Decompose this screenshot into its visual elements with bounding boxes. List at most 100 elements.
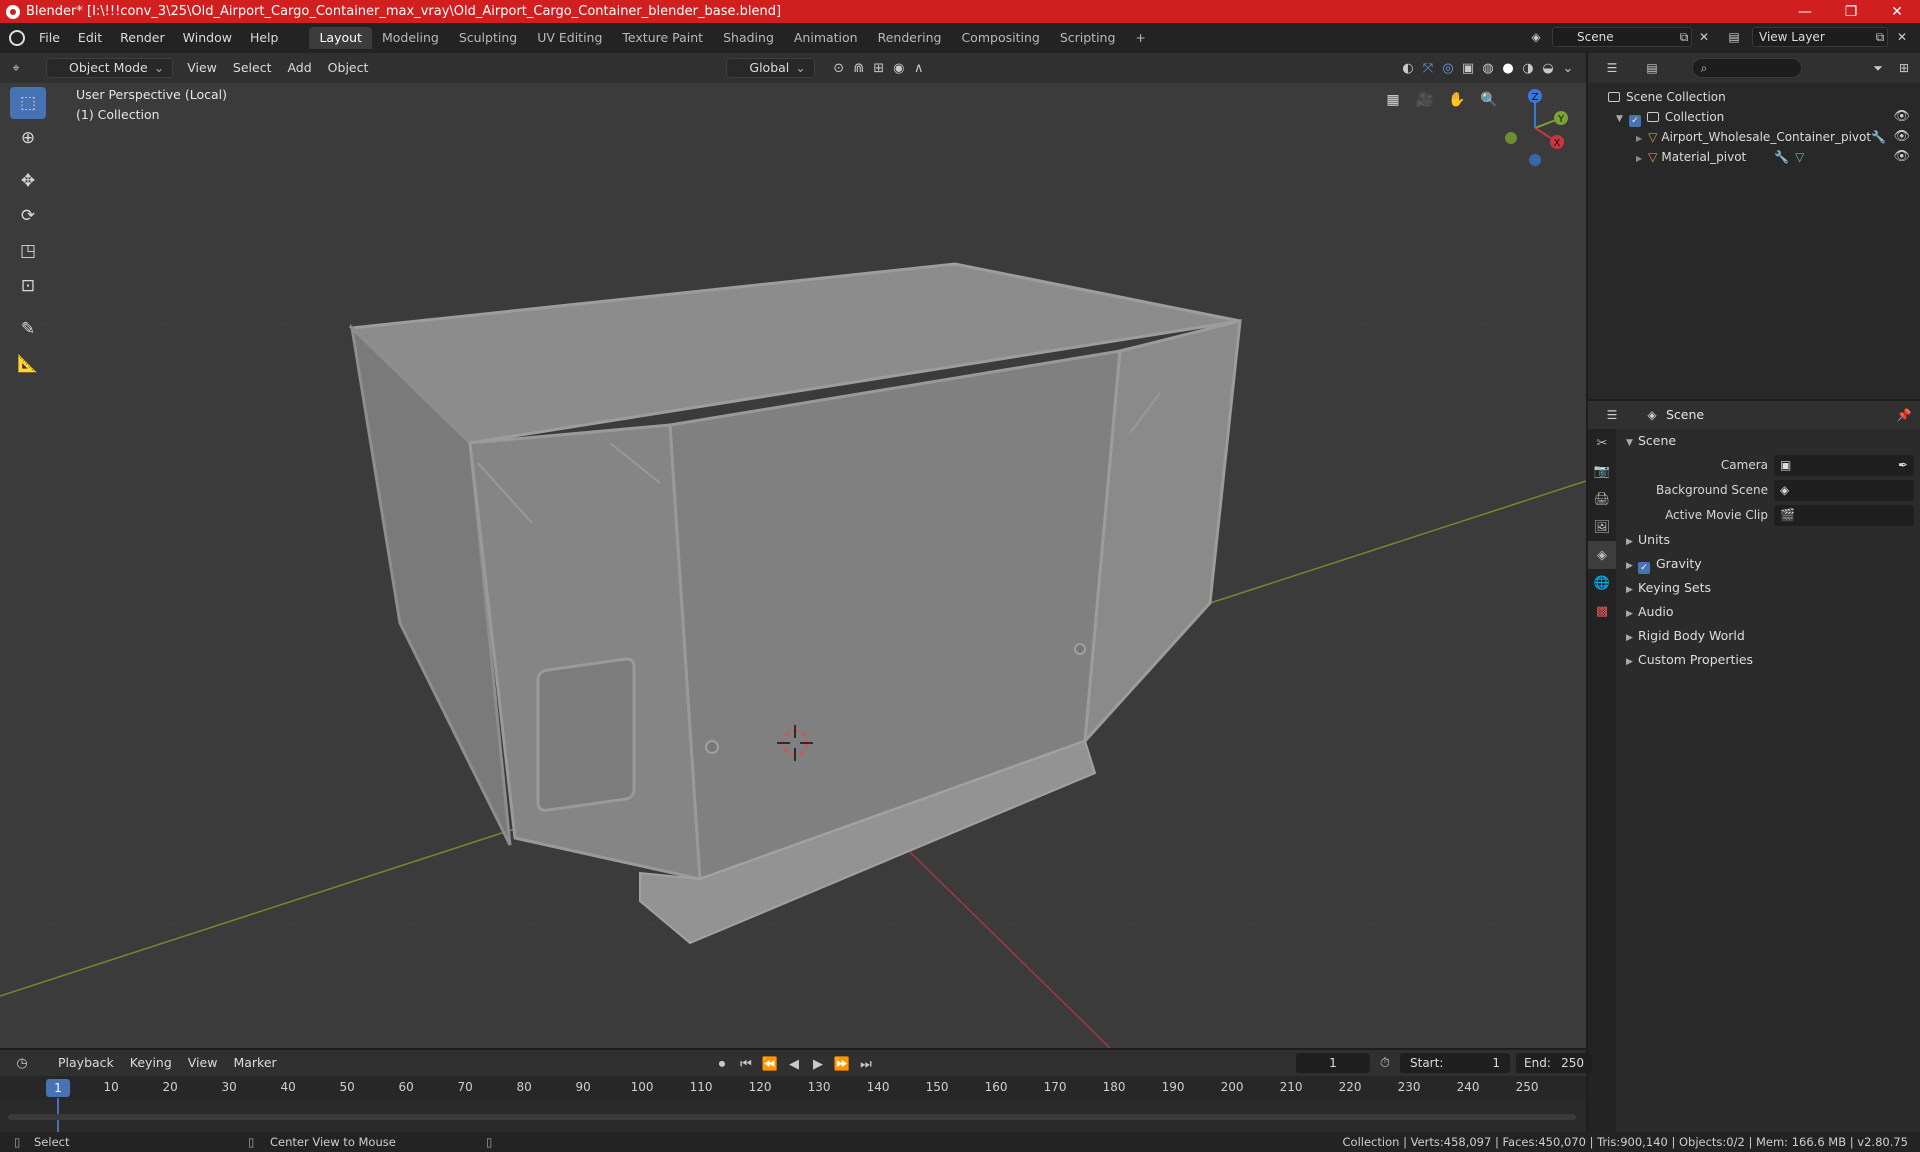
wireframe-shading-icon[interactable]: ◍ — [1478, 58, 1498, 78]
start-frame-field[interactable]: Start: 1 — [1400, 1053, 1510, 1073]
scale-tool[interactable]: ◳ — [10, 235, 46, 267]
mode-dropdown[interactable]: Object Mode — [46, 58, 174, 78]
overlay-toggle-icon[interactable]: ◎ — [1438, 58, 1458, 78]
jump-next-keyframe-icon[interactable]: ⏩ — [832, 1054, 852, 1074]
tab-compositing[interactable]: Compositing — [951, 27, 1049, 49]
timeline-ruler[interactable]: 1 10 20 30 40 50 60 70 80 90 100 110 120 130 140 150 160… — [0, 1076, 1586, 1134]
world-tab[interactable]: 🌐 — [1588, 569, 1616, 597]
outliner-editor-type-icon[interactable]: ☰ — [1604, 60, 1620, 76]
tab-sculpting[interactable]: Sculpting — [449, 27, 527, 49]
tool-tab[interactable]: ✂ — [1588, 429, 1616, 457]
properties-editor-type-icon[interactable]: ☰ — [1604, 407, 1620, 423]
tab-animation[interactable]: Animation — [784, 27, 868, 49]
transform-tool[interactable]: ⊡ — [10, 270, 46, 302]
active-movie-clip-field[interactable]: 🎬 — [1774, 505, 1914, 526]
viewport-menu-select[interactable]: Select — [225, 58, 280, 78]
rendered-shading-icon[interactable]: ◒ — [1538, 58, 1558, 78]
timeline-editor-type-icon[interactable]: ◷ — [12, 1053, 32, 1073]
modifier-icon[interactable]: 🔧 — [1871, 127, 1886, 147]
new-collection-icon[interactable]: ⊞ — [1896, 60, 1912, 76]
gravity-checkbox[interactable]: ✓ — [1638, 562, 1650, 574]
timeline-menu-marker[interactable]: Marker — [225, 1053, 284, 1073]
viewport-menu-add[interactable]: Add — [279, 58, 319, 78]
outliner-object-row[interactable]: ▶ ▽ Material_pivot 🔧 ▽ 👁 — [1588, 147, 1920, 167]
tab-shading[interactable]: Shading — [713, 27, 784, 49]
eyedropper-icon[interactable]: ✒ — [1898, 458, 1908, 472]
scene-remove-icon[interactable]: ✕ — [1696, 29, 1712, 45]
toggle-perspective-icon[interactable]: ▦ — [1380, 87, 1406, 113]
editor-type-icon[interactable]: ⌖ — [6, 58, 26, 78]
object-visibility-icon[interactable]: 👁 — [1893, 127, 1910, 147]
visibility-icon[interactable]: ◐ — [1398, 58, 1418, 78]
annotate-tool[interactable]: ✎ — [10, 313, 46, 345]
view-layer-new-icon[interactable]: ⧉ — [1872, 29, 1888, 45]
menu-help[interactable]: Help — [241, 27, 288, 49]
material-shading-icon[interactable]: ◑ — [1518, 58, 1538, 78]
record-icon[interactable]: ⏺ — [712, 1054, 732, 1074]
modifier-icon[interactable]: 🔧 — [1774, 150, 1789, 164]
menu-edit[interactable]: Edit — [69, 27, 111, 49]
proportional-edit-icon[interactable]: ◉ — [889, 58, 909, 78]
transform-orientation-dropdown[interactable]: Global — [726, 58, 815, 78]
cursor-tool[interactable]: ⊕ — [10, 122, 46, 154]
display-mode-icon[interactable]: ▤ — [1644, 60, 1660, 76]
view-layer-remove-icon[interactable]: ✕ — [1894, 29, 1910, 45]
measure-tool[interactable]: 📐 — [10, 348, 46, 380]
gizmo-toggle-icon[interactable]: ⤧ — [1418, 58, 1438, 78]
menu-file[interactable]: File — [30, 27, 69, 49]
current-frame-marker[interactable]: 1 — [46, 1079, 70, 1097]
shading-options-icon[interactable]: ⌄ — [1558, 58, 1578, 78]
solid-shading-icon[interactable]: ● — [1498, 58, 1518, 78]
tab-rendering[interactable]: Rendering — [868, 27, 952, 49]
viewport-menu-view[interactable]: View — [179, 58, 225, 78]
preview-range-icon[interactable]: ⏱ — [1375, 1053, 1395, 1073]
snap-icon[interactable]: ⋒ — [849, 58, 869, 78]
jump-prev-keyframe-icon[interactable]: ⏪ — [760, 1054, 780, 1074]
collection-expand-icon[interactable]: ▼ — [1616, 114, 1623, 124]
scene-tab[interactable]: ◈ — [1588, 541, 1616, 569]
collection-visibility-icon[interactable]: 👁 — [1893, 107, 1910, 127]
rotate-tool[interactable]: ⟳ — [10, 200, 46, 232]
select-box-tool[interactable]: ⬚ — [10, 87, 46, 119]
minimize-button[interactable]: — — [1782, 0, 1828, 23]
tab-layout[interactable]: Layout — [309, 27, 372, 49]
end-frame-field[interactable]: End: 250 — [1516, 1053, 1592, 1073]
pan-view-icon[interactable]: ✋ — [1444, 87, 1470, 113]
camera-field[interactable]: ▣ ✒ — [1774, 455, 1914, 476]
pin-icon[interactable]: 📌 — [1896, 407, 1912, 423]
menu-window[interactable]: Window — [174, 27, 241, 49]
timeline-scrollbar[interactable] — [8, 1114, 1576, 1120]
scene-new-icon[interactable]: ⧉ — [1676, 29, 1692, 45]
3d-viewport[interactable]: User Perspective (Local) (1) Collection … — [0, 83, 1586, 1048]
tab-texture-paint[interactable]: Texture Paint — [612, 27, 713, 49]
tab-uv-editing[interactable]: UV Editing — [527, 27, 612, 49]
play-reverse-icon[interactable]: ◀ — [784, 1054, 804, 1074]
background-scene-field[interactable]: ◈ — [1774, 480, 1914, 501]
gravity-panel-header[interactable]: ▶ ✓ Gravity — [1618, 552, 1920, 576]
keying-sets-panel-header[interactable]: ▶ Keying Sets — [1618, 576, 1920, 600]
outliner-scene-collection[interactable]: Scene Collection — [1588, 87, 1920, 107]
timeline-menu-view[interactable]: View — [180, 1053, 226, 1073]
move-tool[interactable]: ✥ — [10, 165, 46, 197]
collection-checkbox[interactable]: ✓ — [1628, 115, 1641, 127]
blender-menu-icon[interactable] — [4, 27, 30, 49]
play-icon[interactable]: ▶ — [808, 1054, 828, 1074]
camera-view-icon[interactable]: 🎥 — [1412, 87, 1438, 113]
maximize-button[interactable]: ❐ — [1828, 0, 1874, 23]
timeline-menu-playback[interactable]: Playback — [50, 1053, 122, 1073]
view-layer-tab[interactable]: 🖼 — [1588, 513, 1616, 541]
outliner-collection-row[interactable]: ▼ ✓ Collection 👁 — [1588, 107, 1920, 127]
snap-target-icon[interactable]: ⊞ — [869, 58, 889, 78]
timeline-track[interactable] — [0, 1100, 1586, 1134]
rigid-body-world-panel-header[interactable]: ▶ Rigid Body World — [1618, 624, 1920, 648]
scene-browse-icon[interactable]: ◈ — [1528, 29, 1544, 45]
object-expand-icon[interactable]: ▶ — [1636, 154, 1642, 163]
mesh-data-icon[interactable]: ▽ — [1795, 150, 1804, 164]
pivot-point-icon[interactable]: ⊙ — [829, 58, 849, 78]
texture-tab[interactable]: ▩ — [1588, 597, 1616, 625]
scene-selector[interactable]: Scene — [1552, 27, 1692, 47]
timeline-menu-keying[interactable]: Keying — [122, 1053, 180, 1073]
render-tab[interactable]: 📷 — [1588, 457, 1616, 485]
menu-render[interactable]: Render — [111, 27, 174, 49]
units-panel-header[interactable]: ▶ Units — [1618, 528, 1920, 552]
